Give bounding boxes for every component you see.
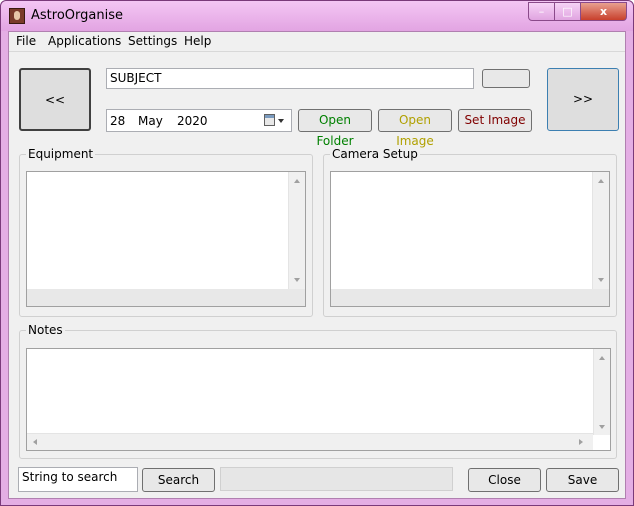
calendar-icon[interactable] <box>264 114 275 126</box>
scroll-left-icon[interactable] <box>33 439 37 445</box>
search-input[interactable]: String to search <box>18 467 138 492</box>
equipment-vscroll[interactable] <box>288 172 305 289</box>
equipment-hscroll[interactable] <box>27 289 305 306</box>
menu-bar: File Applications Settings Help <box>9 32 625 52</box>
menu-settings[interactable]: Settings <box>128 34 177 48</box>
next-button[interactable]: >> <box>547 68 619 131</box>
notes-label: Notes <box>26 323 65 337</box>
close-window-button[interactable]: x <box>581 2 627 21</box>
scroll-up-icon[interactable] <box>294 179 300 183</box>
menu-help[interactable]: Help <box>184 34 211 48</box>
equipment-label: Equipment <box>26 147 96 161</box>
notes-vscroll[interactable] <box>593 349 610 435</box>
scroll-up-icon[interactable] <box>599 356 605 360</box>
scroll-down-icon[interactable] <box>598 278 604 282</box>
date-picker[interactable]: 28 May 2020 <box>106 109 292 132</box>
status-bar <box>220 467 453 491</box>
date-day[interactable]: 28 <box>110 114 125 128</box>
app-window: AstroOrganise – □ x File Applications Se… <box>0 0 634 506</box>
window-controls: – □ x <box>528 2 627 21</box>
equipment-group: Equipment <box>19 147 313 317</box>
close-button[interactable]: Close <box>468 468 541 492</box>
subject-input[interactable]: SUBJECT <box>106 68 474 89</box>
notes-textarea[interactable] <box>26 348 611 451</box>
date-month[interactable]: May <box>138 114 163 128</box>
notes-group: Notes <box>19 323 617 459</box>
chevron-down-icon[interactable] <box>278 119 284 123</box>
scroll-down-icon[interactable] <box>294 278 300 282</box>
camera-setup-label: Camera Setup <box>330 147 420 161</box>
open-image-button[interactable]: Open Image <box>378 109 452 148</box>
notes-hscroll[interactable] <box>27 433 593 450</box>
save-button[interactable]: Save <box>546 468 619 492</box>
scroll-right-icon[interactable] <box>579 439 583 445</box>
previous-button[interactable]: << <box>19 68 91 131</box>
maximize-button[interactable]: □ <box>555 2 581 21</box>
scroll-up-icon[interactable] <box>598 179 604 183</box>
minimize-button[interactable]: – <box>528 2 555 21</box>
camera-setup-group: Camera Setup <box>323 147 617 317</box>
open-folder-button[interactable]: Open Folder <box>298 109 372 148</box>
window-title: AstroOrganise <box>31 8 123 23</box>
small-action-button[interactable] <box>482 69 530 88</box>
search-button[interactable]: Search <box>142 468 215 492</box>
app-icon <box>9 8 25 24</box>
set-image-button[interactable]: Set Image <box>458 109 532 132</box>
scroll-down-icon[interactable] <box>599 425 605 429</box>
camera-setup-hscroll[interactable] <box>331 289 609 306</box>
camera-setup-list[interactable] <box>330 171 610 307</box>
camera-setup-vscroll[interactable] <box>592 172 609 289</box>
client-area: File Applications Settings Help << >> SU… <box>8 31 626 499</box>
menu-file[interactable]: File <box>16 34 36 48</box>
title-bar[interactable]: AstroOrganise – □ x <box>1 1 633 31</box>
date-year[interactable]: 2020 <box>177 114 208 128</box>
menu-applications[interactable]: Applications <box>48 34 121 48</box>
equipment-list[interactable] <box>26 171 306 307</box>
